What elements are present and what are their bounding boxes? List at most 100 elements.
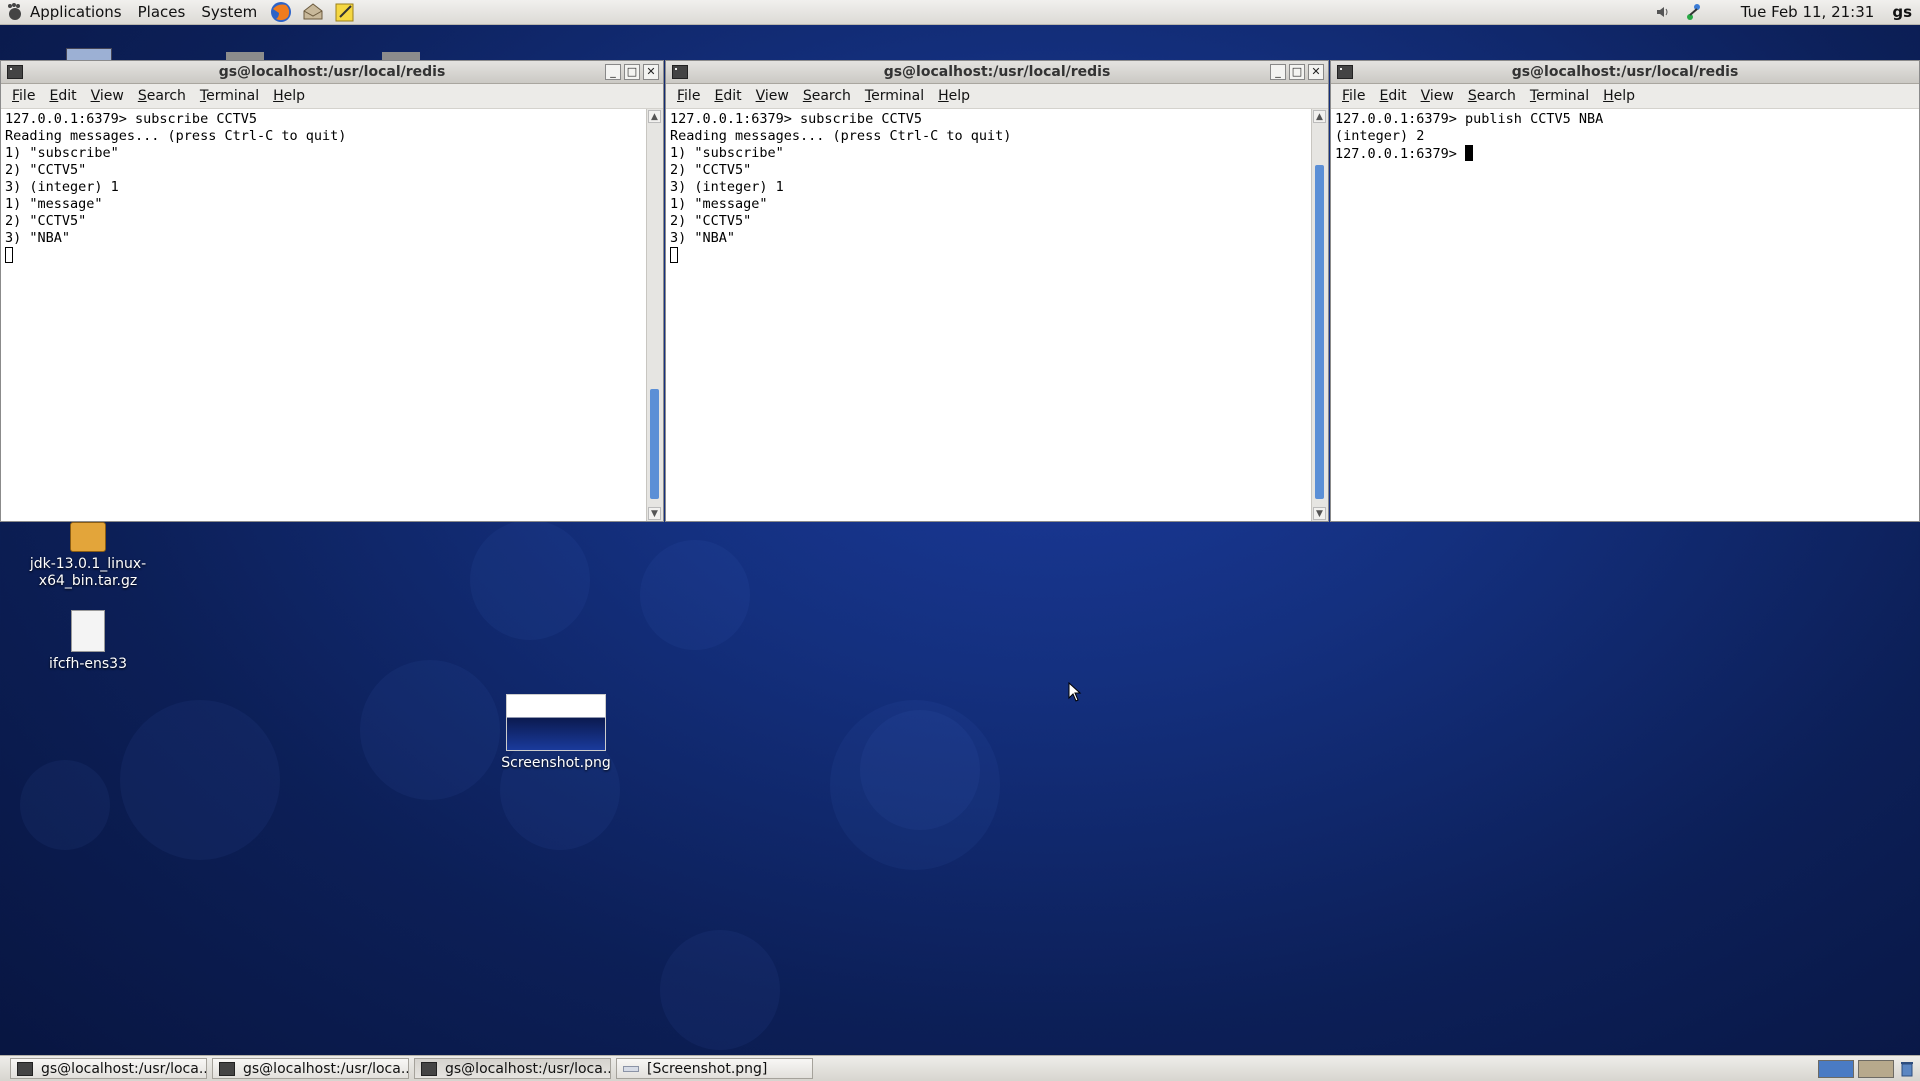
menu-bar: File Edit View Search Terminal Help bbox=[1331, 84, 1919, 109]
taskbar-item-label: gs@localhost:/usr/loca... bbox=[445, 1060, 610, 1077]
menu-search[interactable]: Search bbox=[131, 88, 193, 104]
terminal-line: 2) "CCTV5" bbox=[670, 213, 752, 229]
terminal-line: 2) "CCTV5" bbox=[670, 162, 752, 178]
minimize-button[interactable]: _ bbox=[1270, 64, 1286, 80]
desktop-icon-jdk-archive[interactable]: jdk-13.0.1_linux- x64_bin.tar.gz bbox=[28, 522, 148, 590]
scrollbar-thumb[interactable] bbox=[650, 389, 659, 499]
terminal-icon bbox=[672, 65, 688, 79]
terminal-line: 127.0.0.1:6379> subscribe CCTV5 bbox=[5, 111, 257, 127]
terminal-line: 3) "NBA" bbox=[5, 230, 71, 246]
workspace-2[interactable] bbox=[1858, 1059, 1894, 1078]
desktop-icon-ifcfh-ens33[interactable]: ifcfh-ens33 bbox=[28, 610, 148, 673]
terminal-line: 127.0.0.1:6379> subscribe CCTV5 bbox=[670, 111, 922, 127]
menu-edit[interactable]: Edit bbox=[1372, 88, 1413, 104]
folder-icon[interactable] bbox=[226, 52, 264, 60]
menu-search[interactable]: Search bbox=[1461, 88, 1523, 104]
terminal-icon bbox=[219, 1061, 235, 1076]
terminal-output[interactable]: 127.0.0.1:6379> subscribe CCTV5 Reading m… bbox=[1, 109, 646, 521]
scroll-down-arrow-icon[interactable]: ▼ bbox=[648, 507, 661, 520]
menu-search[interactable]: Search bbox=[796, 88, 858, 104]
text-cursor bbox=[1465, 145, 1474, 161]
image-viewer-icon bbox=[623, 1065, 639, 1072]
menu-terminal[interactable]: Terminal bbox=[858, 88, 931, 104]
window-title: gs@localhost:/usr/local/redis bbox=[883, 64, 1111, 80]
terminal-line: 1) "message" bbox=[670, 196, 768, 212]
terminal-prompt: 127.0.0.1:6379> bbox=[1335, 146, 1466, 162]
taskbar-item-terminal-1[interactable]: gs@localhost:/usr/loca... bbox=[10, 1058, 207, 1079]
terminal-window-1[interactable]: gs@localhost:/usr/local/redis _ □ ✕ File… bbox=[0, 60, 664, 522]
terminal-output[interactable]: 127.0.0.1:6379> subscribe CCTV5 Reading m… bbox=[666, 109, 1311, 521]
maximize-button[interactable]: □ bbox=[1289, 64, 1305, 80]
bottom-panel: gs@localhost:/usr/loca... gs@localhost:/… bbox=[0, 1055, 1920, 1081]
applications-menu[interactable]: Applications bbox=[0, 0, 130, 24]
text-cursor bbox=[670, 247, 678, 263]
menu-file[interactable]: File bbox=[670, 88, 707, 104]
desktop-icon-screenshot[interactable]: Screenshot.png bbox=[496, 694, 616, 772]
menu-help[interactable]: Help bbox=[931, 88, 977, 104]
vertical-scrollbar[interactable]: ▲ ▼ bbox=[1311, 109, 1328, 521]
terminal-window-3[interactable]: gs@localhost:/usr/local/redis File Edit … bbox=[1330, 60, 1920, 522]
close-button[interactable]: ✕ bbox=[643, 64, 659, 80]
close-button[interactable]: ✕ bbox=[1308, 64, 1324, 80]
scroll-down-arrow-icon[interactable]: ▼ bbox=[1313, 507, 1326, 520]
desktop-icon-label: x64_bin.tar.gz bbox=[38, 573, 138, 589]
mail-icon[interactable] bbox=[302, 1, 324, 23]
menu-terminal[interactable]: Terminal bbox=[1523, 88, 1596, 104]
network-icon[interactable] bbox=[1685, 3, 1703, 21]
top-panel: Applications Places System Tue Feb 11, 2… bbox=[0, 0, 1920, 25]
menu-file[interactable]: File bbox=[1335, 88, 1372, 104]
terminal-line: 127.0.0.1:6379> publish CCTV5 NBA bbox=[1335, 111, 1604, 127]
terminal-line: (integer) 2 bbox=[1335, 128, 1425, 144]
title-bar[interactable]: gs@localhost:/usr/local/redis _ □ ✕ bbox=[666, 61, 1328, 84]
terminal-line: 3) "NBA" bbox=[670, 230, 736, 246]
firefox-icon[interactable] bbox=[270, 1, 292, 23]
system-menu[interactable]: System bbox=[193, 0, 265, 24]
maximize-button[interactable]: □ bbox=[624, 64, 640, 80]
user-menu[interactable]: gs bbox=[1888, 3, 1920, 21]
image-thumbnail-icon bbox=[506, 694, 606, 751]
places-menu-label: Places bbox=[137, 3, 186, 21]
terminal-output[interactable]: 127.0.0.1:6379> publish CCTV5 NBA (intege… bbox=[1331, 109, 1919, 521]
terminal-line: Reading messages... (press Ctrl-C to qui… bbox=[5, 128, 347, 144]
places-menu[interactable]: Places bbox=[130, 0, 194, 24]
vertical-scrollbar[interactable]: ▲ ▼ bbox=[646, 109, 663, 521]
desktop-icon-label: jdk-13.0.1_linux- bbox=[29, 556, 147, 572]
scroll-up-arrow-icon[interactable]: ▲ bbox=[1313, 110, 1326, 123]
desktop-icon-label: Screenshot.png bbox=[501, 755, 611, 771]
menu-terminal[interactable]: Terminal bbox=[193, 88, 266, 104]
menu-view[interactable]: View bbox=[84, 88, 131, 104]
volume-icon[interactable] bbox=[1655, 4, 1671, 20]
title-bar[interactable]: gs@localhost:/usr/local/redis _ □ ✕ bbox=[1, 61, 663, 84]
taskbar-item-screenshot[interactable]: [Screenshot.png] bbox=[616, 1058, 813, 1079]
minimize-button[interactable]: _ bbox=[605, 64, 621, 80]
scrollbar-thumb[interactable] bbox=[1315, 165, 1324, 499]
archive-icon bbox=[70, 522, 106, 552]
notes-icon[interactable] bbox=[334, 1, 356, 23]
menu-edit[interactable]: Edit bbox=[707, 88, 748, 104]
menu-help[interactable]: Help bbox=[266, 88, 312, 104]
terminal-line: 3) (integer) 1 bbox=[5, 179, 119, 195]
taskbar-item-label: gs@localhost:/usr/loca... bbox=[41, 1060, 206, 1077]
title-bar[interactable]: gs@localhost:/usr/local/redis bbox=[1331, 61, 1919, 84]
menu-help[interactable]: Help bbox=[1596, 88, 1642, 104]
terminal-line: 2) "CCTV5" bbox=[5, 213, 87, 229]
taskbar-item-terminal-3[interactable]: gs@localhost:/usr/loca... bbox=[414, 1058, 611, 1079]
workspace-1[interactable] bbox=[1818, 1059, 1854, 1078]
terminal-window-2[interactable]: gs@localhost:/usr/local/redis _ □ ✕ File… bbox=[665, 60, 1329, 522]
menu-view[interactable]: View bbox=[1414, 88, 1461, 104]
window-title: gs@localhost:/usr/local/redis bbox=[218, 64, 446, 80]
clock[interactable]: Tue Feb 11, 21:31 bbox=[1727, 3, 1889, 21]
desktop-icon-label: ifcfh-ens33 bbox=[49, 656, 127, 672]
menu-bar: File Edit View Search Terminal Help bbox=[666, 84, 1328, 109]
folder-icon[interactable] bbox=[382, 52, 420, 60]
taskbar-item-label: gs@localhost:/usr/loca... bbox=[243, 1060, 408, 1077]
text-file-icon bbox=[71, 610, 105, 652]
terminal-line: Reading messages... (press Ctrl-C to qui… bbox=[670, 128, 1012, 144]
menu-view[interactable]: View bbox=[749, 88, 796, 104]
terminal-line: 3) (integer) 1 bbox=[670, 179, 784, 195]
menu-edit[interactable]: Edit bbox=[42, 88, 83, 104]
trash-icon[interactable] bbox=[1898, 1060, 1916, 1078]
menu-file[interactable]: File bbox=[5, 88, 42, 104]
scroll-up-arrow-icon[interactable]: ▲ bbox=[648, 110, 661, 123]
taskbar-item-terminal-2[interactable]: gs@localhost:/usr/loca... bbox=[212, 1058, 409, 1079]
